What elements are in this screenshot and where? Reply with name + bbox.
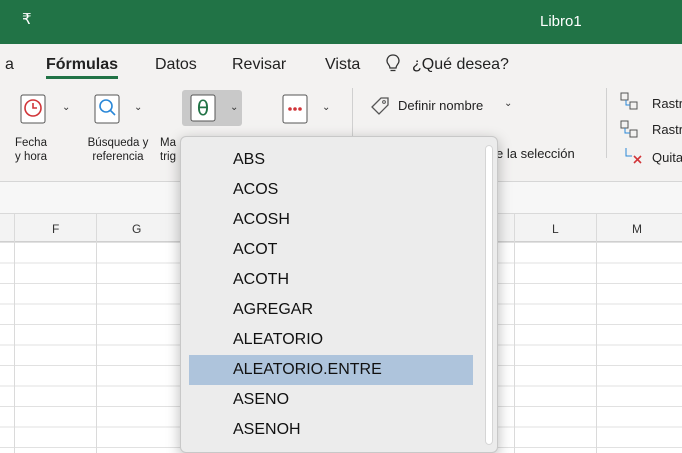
rastrear-precedentes-button[interactable]: Rastr	[652, 96, 682, 111]
chevron-down-icon[interactable]: ⌄	[230, 102, 238, 113]
magnifier-icon[interactable]	[94, 94, 120, 124]
chevron-down-icon[interactable]: ⌄	[504, 98, 512, 109]
chevron-down-icon[interactable]: ⌄	[322, 102, 330, 113]
menu-item-acosh[interactable]: ACOSH	[189, 205, 473, 235]
rastrear-dependientes-button[interactable]: Rastr	[652, 122, 682, 137]
fecha-hora-label[interactable]: Fecha y hora	[12, 136, 50, 164]
column-header-l[interactable]: L	[552, 222, 559, 236]
tab-datos[interactable]: Datos	[155, 56, 197, 74]
tag-icon[interactable]	[370, 96, 390, 116]
menu-item-asenoh[interactable]: ASENOH	[189, 415, 473, 445]
menu-item-aleatorio[interactable]: ALEATORIO	[189, 325, 473, 355]
chevron-down-icon[interactable]: ⌄	[62, 102, 70, 113]
menu-item-abs[interactable]: ABS	[189, 145, 473, 175]
trace-precedents-icon[interactable]	[620, 92, 638, 110]
clock-icon[interactable]	[20, 94, 46, 124]
quitar-flechas-button[interactable]: Quita	[652, 150, 682, 165]
tab-partial[interactable]: a	[5, 56, 14, 74]
lightbulb-icon	[386, 54, 400, 72]
column-header-g[interactable]: G	[132, 222, 141, 236]
grid-line	[596, 214, 597, 453]
grid-line	[14, 214, 15, 453]
more-functions-icon[interactable]	[282, 94, 308, 124]
column-header-f[interactable]: F	[52, 222, 59, 236]
title-bar: ₹ Libro1	[0, 0, 682, 44]
quick-access-menu-icon[interactable]: ₹	[22, 10, 32, 28]
tab-formulas[interactable]: Fórmulas	[46, 56, 119, 79]
menu-item-acot[interactable]: ACOT	[189, 235, 473, 265]
remove-arrows-icon[interactable]	[624, 146, 644, 166]
menu-item-acos[interactable]: ACOS	[189, 175, 473, 205]
chevron-down-icon[interactable]: ⌄	[134, 102, 142, 113]
trace-dependents-icon[interactable]	[620, 120, 638, 138]
menu-item-acoth[interactable]: ACOTH	[189, 265, 473, 295]
theta-icon[interactable]: θ	[190, 94, 216, 122]
ribbon-separator	[606, 88, 607, 158]
ribbon-tabs: a Fórmulas Datos Revisar Vista ¿Qué dese…	[0, 44, 682, 84]
tell-me-search[interactable]: ¿Qué desea?	[412, 56, 509, 74]
grid-line	[514, 214, 515, 453]
math-trig-dropdown: ABS ACOS ACOSH ACOT ACOTH AGREGAR ALEATO…	[180, 136, 498, 453]
grid-line	[96, 214, 97, 453]
svg-text:θ: θ	[197, 96, 209, 120]
tab-vista[interactable]: Vista	[325, 56, 360, 74]
menu-item-aseno[interactable]: ASENO	[189, 385, 473, 415]
tab-revisar[interactable]: Revisar	[232, 56, 286, 74]
dropdown-scrollbar[interactable]	[485, 145, 493, 445]
crear-desde-seleccion-button[interactable]: e la selección	[496, 146, 575, 161]
definir-nombre-button[interactable]: Definir nombre	[398, 98, 483, 113]
document-title: Libro1	[540, 13, 582, 30]
menu-item-agregar[interactable]: AGREGAR	[189, 295, 473, 325]
menu-item-aleatorio-entre[interactable]: ALEATORIO.ENTRE	[189, 355, 473, 385]
column-header-m[interactable]: M	[632, 222, 642, 236]
math-trig-label[interactable]: Ma trig	[160, 136, 180, 164]
busqueda-referencia-label[interactable]: Búsqueda y referencia	[80, 136, 156, 164]
